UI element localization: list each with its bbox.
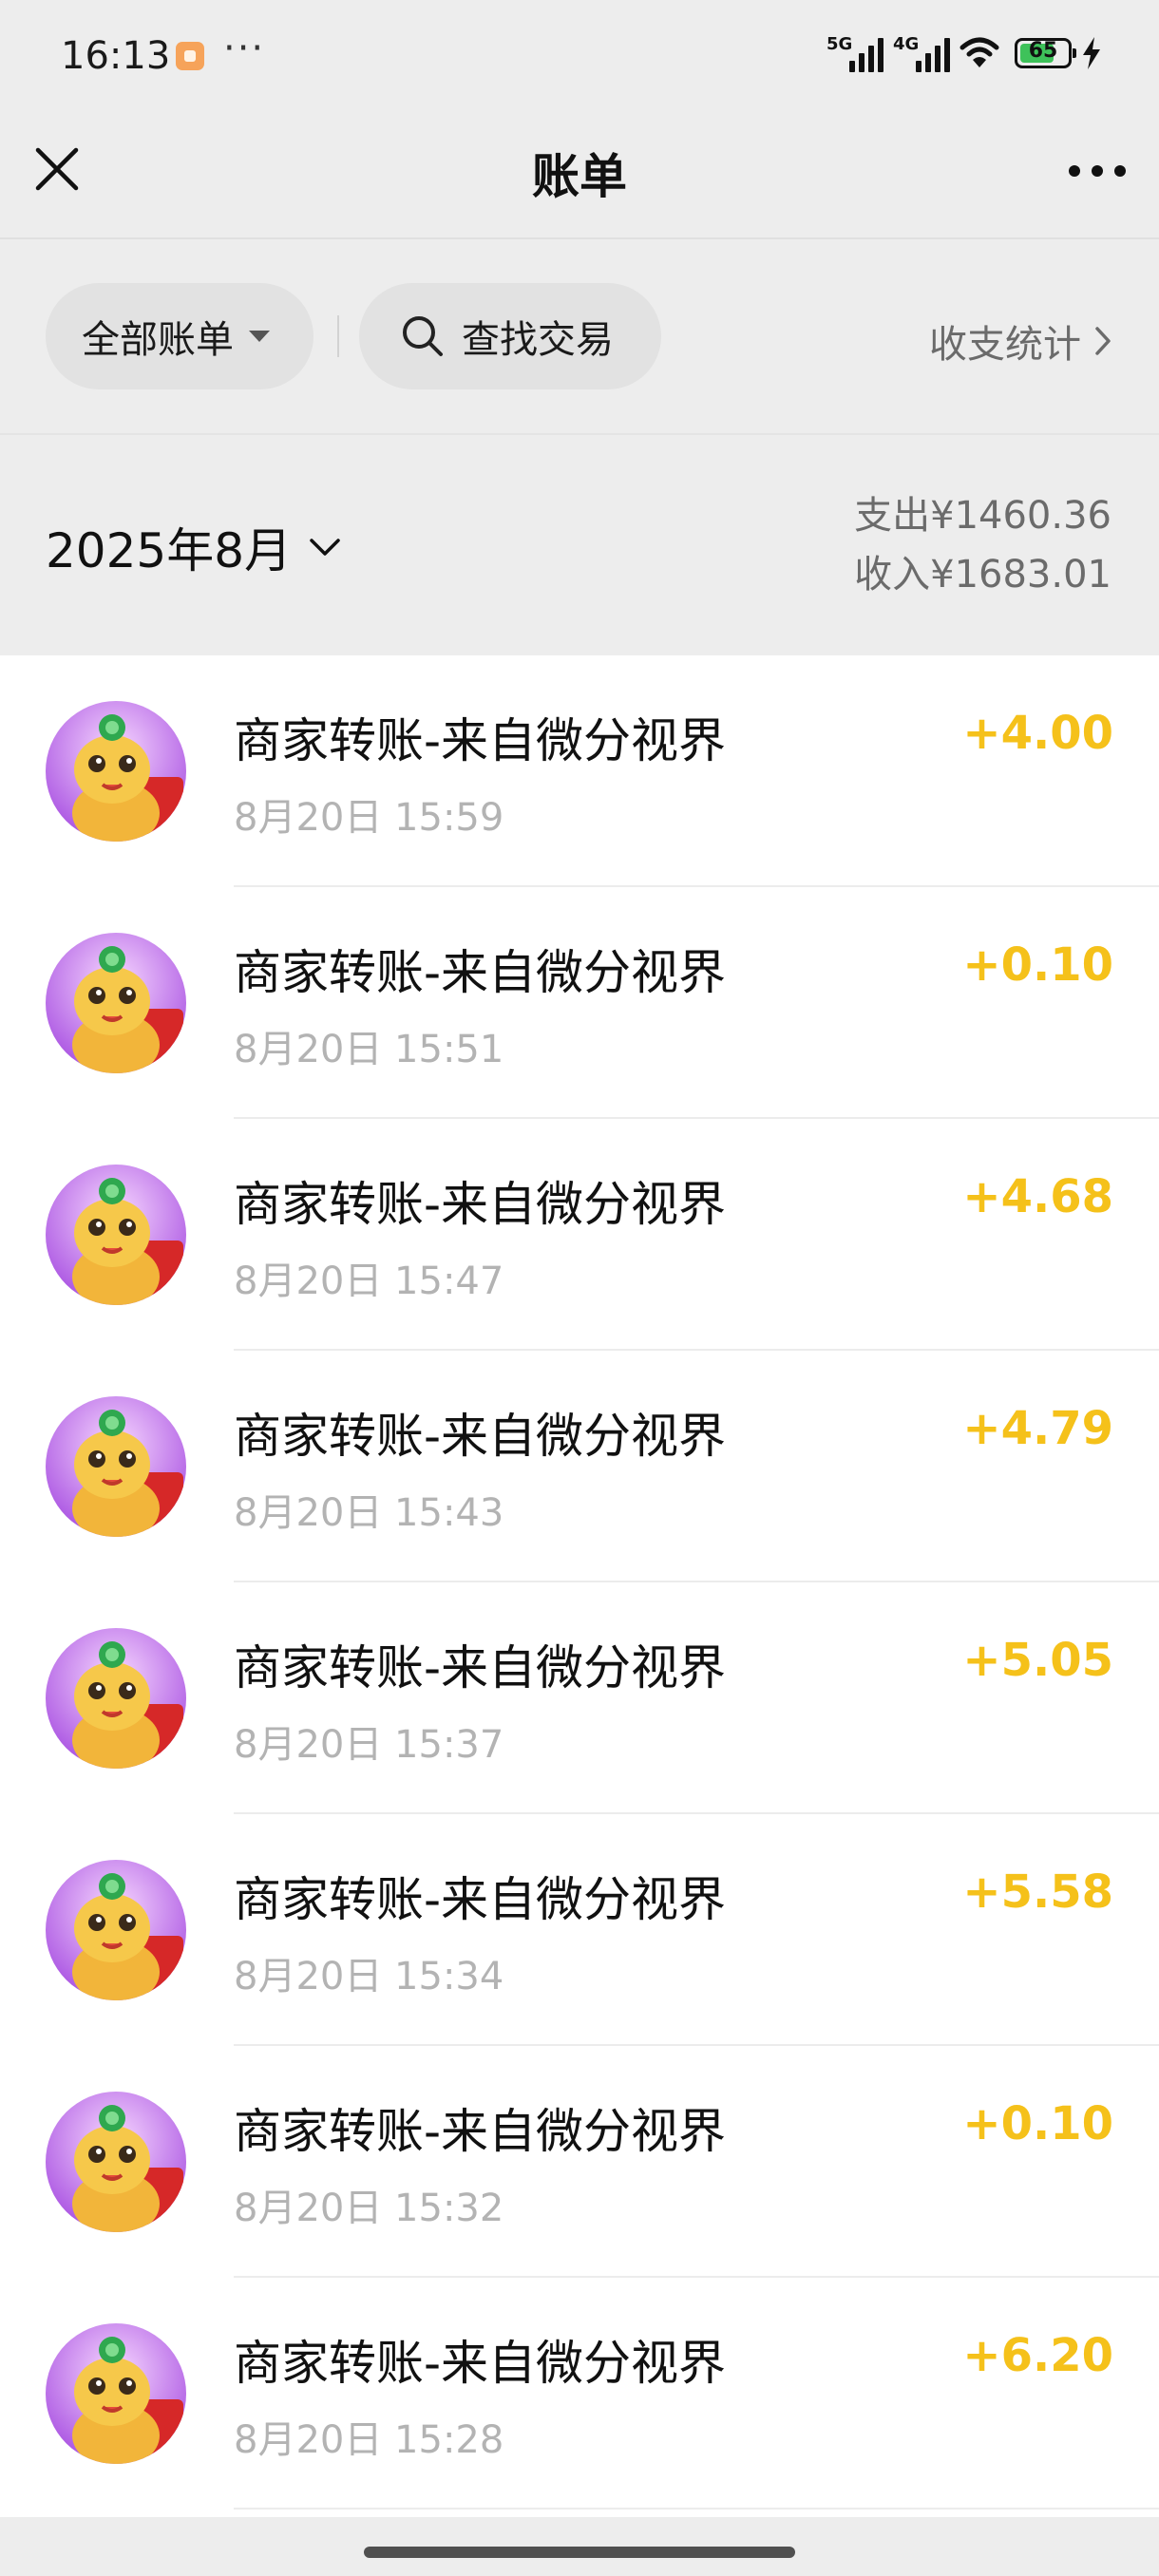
merchant-avatar xyxy=(46,2323,186,2464)
income-expense-stats-link[interactable]: 收支统计 xyxy=(929,313,1112,369)
transaction-amount: +4.79 xyxy=(962,1402,1113,1455)
month-summary: 支出¥1460.36 收入¥1683.01 xyxy=(854,486,1112,604)
charging-icon xyxy=(1083,37,1100,69)
transaction-amount: +0.10 xyxy=(962,2097,1113,2150)
signal-5g-label: 5G xyxy=(826,34,853,54)
transaction-row[interactable]: 商家转账-来自微分视界 8月20日 15:43 +4.79 xyxy=(0,1351,1159,1582)
transaction-time: 8月20日 15:37 xyxy=(234,1723,504,1767)
chevron-down-icon xyxy=(310,539,340,556)
transaction-title: 商家转账-来自微分视界 xyxy=(234,1872,727,1927)
wifi-icon xyxy=(960,37,999,67)
transaction-row[interactable]: 商家转账-来自微分视界 8月20日 15:28 +6.20 xyxy=(0,2278,1159,2510)
transaction-row[interactable]: 商家转账-来自微分视界 8月20日 15:34 +5.58 xyxy=(0,1814,1159,2046)
transaction-time: 8月20日 15:51 xyxy=(234,1028,504,1071)
merchant-avatar xyxy=(46,1396,186,1537)
stats-label: 收支统计 xyxy=(929,323,1081,367)
income-total: 收入¥1683.01 xyxy=(854,553,1112,597)
merchant-avatar xyxy=(46,1165,186,1305)
all-bills-dropdown[interactable]: 全部账单 xyxy=(46,283,314,389)
month-header: 2025年8月 支出¥1460.36 收入¥1683.01 xyxy=(0,435,1159,655)
battery-level: 65 xyxy=(1028,39,1058,63)
merchant-avatar xyxy=(46,1860,186,2000)
transaction-title: 商家转账-来自微分视界 xyxy=(234,945,727,1000)
nav-bar: 账单 xyxy=(0,112,1159,237)
transaction-title: 商家转账-来自微分视界 xyxy=(234,1640,727,1695)
more-notifications-icon: ··· xyxy=(223,27,266,70)
transaction-amount: +6.20 xyxy=(962,2329,1113,2382)
transaction-list: 商家转账-来自微分视界 8月20日 15:59 +4.00 商家转账-来自微分视… xyxy=(0,655,1159,2517)
transaction-title: 商家转账-来自微分视界 xyxy=(234,2104,727,2159)
transaction-time: 8月20日 15:28 xyxy=(234,2418,504,2462)
filter-row: 全部账单 查找交易 收支统计 xyxy=(0,239,1159,433)
transaction-row[interactable]: 商家转账-来自微分视界 8月20日 15:59 +4.00 xyxy=(0,655,1159,887)
merchant-avatar xyxy=(46,933,186,1073)
signal-4g-icon: 4G xyxy=(893,34,950,72)
transaction-amount: +5.58 xyxy=(962,1866,1113,1919)
transaction-title: 商家转账-来自微分视界 xyxy=(234,2336,727,2391)
transaction-title: 商家转账-来自微分视界 xyxy=(234,713,727,768)
row-divider xyxy=(234,2508,1159,2510)
status-indicators: 5G 4G 65 xyxy=(826,34,1102,72)
merchant-avatar xyxy=(46,1628,186,1769)
transaction-row[interactable]: 商家转账-来自微分视界 8月20日 15:32 +0.10 xyxy=(0,2046,1159,2278)
all-bills-label: 全部账单 xyxy=(82,318,234,362)
transaction-row[interactable]: 商家转账-来自微分视界 8月20日 15:47 +4.68 xyxy=(0,1119,1159,1351)
search-icon xyxy=(403,316,443,356)
merchant-avatar xyxy=(46,2092,186,2232)
transaction-time: 8月20日 15:32 xyxy=(234,2187,504,2230)
search-transactions-button[interactable]: 查找交易 xyxy=(359,283,661,389)
transaction-row[interactable]: 商家转账-来自微分视界 8月20日 15:51 +0.10 xyxy=(0,887,1159,1119)
status-bar: 16:13 ··· 5G 4G 65 xyxy=(0,0,1159,112)
chevron-right-icon xyxy=(1095,327,1111,355)
transaction-amount: +4.68 xyxy=(962,1170,1113,1223)
more-dots-icon[interactable] xyxy=(1064,142,1130,199)
transaction-time: 8月20日 15:59 xyxy=(234,796,504,840)
caret-down-icon xyxy=(249,331,270,342)
transaction-time: 8月20日 15:47 xyxy=(234,1260,504,1303)
transaction-amount: +0.10 xyxy=(962,938,1113,992)
notification-app-icon xyxy=(176,42,204,70)
signal-5g-icon: 5G xyxy=(826,34,884,72)
month-selector[interactable]: 2025年8月 xyxy=(46,513,341,581)
transaction-time: 8月20日 15:34 xyxy=(234,1955,504,1998)
transaction-row[interactable]: 商家转账-来自微分视界 8月20日 15:37 +5.05 xyxy=(0,1582,1159,1814)
month-label: 2025年8月 xyxy=(46,523,293,578)
filter-separator xyxy=(337,315,339,357)
search-label: 查找交易 xyxy=(462,318,614,362)
signal-4g-label: 4G xyxy=(893,34,920,54)
home-indicator[interactable] xyxy=(364,2547,795,2558)
page-title: 账单 xyxy=(532,149,627,204)
transaction-title: 商家转账-来自微分视界 xyxy=(234,1177,727,1232)
expense-total: 支出¥1460.36 xyxy=(854,494,1112,538)
transaction-time: 8月20日 15:43 xyxy=(234,1491,504,1535)
battery-icon: 65 xyxy=(1015,38,1076,68)
transaction-amount: +4.00 xyxy=(962,707,1113,760)
transaction-amount: +5.05 xyxy=(962,1634,1113,1687)
transaction-title: 商家转账-来自微分视界 xyxy=(234,1409,727,1464)
merchant-avatar xyxy=(46,701,186,842)
status-time: 16:13 xyxy=(61,34,171,78)
